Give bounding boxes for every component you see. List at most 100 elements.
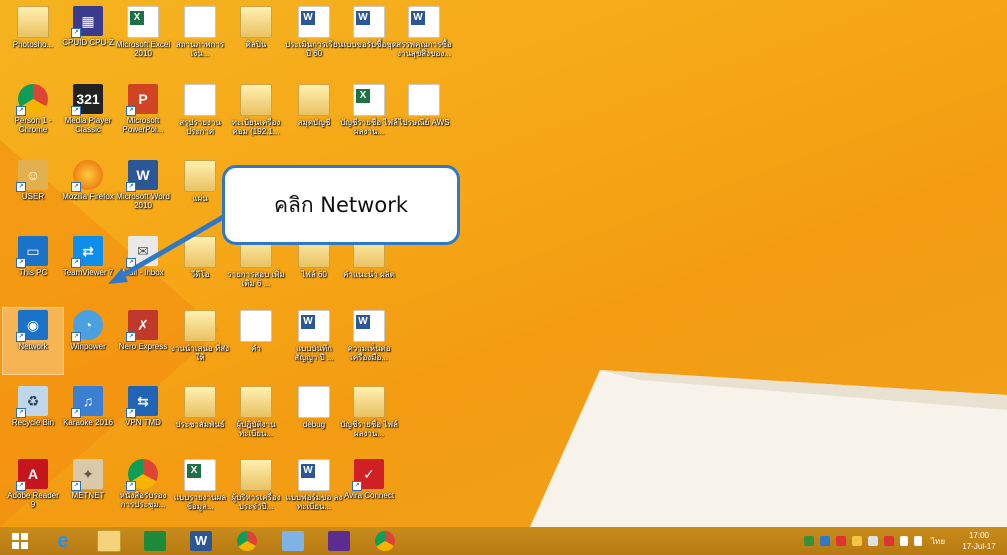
tray-app-icon[interactable]	[820, 536, 831, 546]
control-panel-icon	[282, 531, 304, 551]
desktop-icon-label: debug	[302, 420, 326, 429]
mail-icon: ✉ ↗	[126, 236, 158, 268]
network-tray-icon[interactable]	[868, 536, 879, 546]
system-tray: ไทย 17:00 17-Jul-17	[801, 527, 1007, 555]
desktop-icon-[interactable]: แผ่น	[170, 158, 230, 224]
shortcut-arrow-icon: ↗	[16, 106, 26, 116]
desktop-icon-192-1[interactable]: ทะเบียนเครื่อง คอม (192.1...	[226, 82, 286, 148]
desktop-icon-[interactable]: แบบขอรับซื้อชุด	[339, 4, 399, 70]
shortcut-arrow-icon: ↗	[71, 258, 81, 268]
desktop-icon-photosho[interactable]: Photosho...	[3, 4, 63, 70]
person-chrome-icon	[375, 531, 395, 551]
desktop-icon-mail-inbox[interactable]: ✉ ↗ Mail - Inbox	[113, 234, 173, 300]
callout-text: คลิก Network	[274, 192, 408, 217]
taskbar-word[interactable]: W	[182, 527, 220, 555]
word-icon	[408, 6, 440, 38]
desktop-icon-winpower[interactable]: ◔ ↗ Winpower	[58, 308, 118, 374]
desktop-icon-teamviewer-7[interactable]: ⇄ ↗ TeamViewer 7	[58, 234, 118, 300]
desktop-icon-[interactable]: บัญชีรายชื่อ ไฟล์ผลงาน...	[339, 384, 399, 450]
desktop-icon-label: Microsoft Word 2010	[116, 192, 170, 210]
desktop-icon-[interactable]: ประชาสัมพันธ์	[170, 384, 230, 450]
desktop-icon-person-1-chrome[interactable]: ↗ Person 1 - Chrome	[3, 82, 63, 148]
word-icon	[353, 310, 385, 342]
desktop-icon-label: CPUID CPU-Z	[62, 38, 114, 47]
desktop-icon-[interactable]: บัญชีรายชื่อ ไฟล์ผลงาน...	[339, 82, 399, 148]
desktop-icon-[interactable]: ↗ หนังสือรับรอง การประชุม...	[113, 457, 173, 523]
desktop-icon-[interactable]: สรรพคุณการซื้อ งานสุขสิ่งของ...	[394, 4, 454, 70]
desktop-icon-[interactable]: งานนำเสนอ ที่ส่งให้	[170, 308, 230, 374]
tray-app-icon[interactable]	[852, 536, 863, 546]
desktop-icon-60[interactable]: ประเมินการเรียน ปี 60	[284, 4, 344, 70]
desktop-icon-nero-express[interactable]: ✗ ↗ Nero Express	[113, 308, 173, 374]
desktop-icon-label: Microsoft PowerPoi...	[122, 116, 164, 134]
desktop-icon-[interactable]: แบบบันทึกสัญญา ปี ...	[284, 308, 344, 374]
doc-icon	[184, 84, 216, 116]
desktop-icon-label: บัญชีรายชื่อ ไฟล์ผลงาน...	[340, 420, 398, 438]
taskbar-chrome[interactable]	[228, 527, 266, 555]
desktop-icon-mozilla-firefox[interactable]: ↗ Mozilla Firefox	[58, 158, 118, 224]
desktop-icon-label: ทะเบียนเครื่อง คอม (192.1...	[231, 118, 281, 136]
start-button[interactable]	[0, 527, 40, 555]
desktop-icon-aws[interactable]: ไปรษณีย์ AWS	[394, 82, 454, 148]
desktop-icon-label: TeamViewer 7	[62, 268, 114, 277]
language-indicator[interactable]: ไทย	[931, 535, 945, 548]
taskbar-explorer[interactable]	[90, 527, 128, 555]
desktop-icon-label: Mail - Inbox	[122, 268, 164, 277]
desktop-icon-[interactable]: ความเห็นต่อ เครื่องมือ...	[339, 308, 399, 374]
word-icon	[298, 6, 330, 38]
word-icon	[353, 6, 385, 38]
taskbar-store[interactable]	[136, 527, 174, 555]
desktop-icon-microsoft-word-2010[interactable]: W ↗ Microsoft Word 2010	[113, 158, 173, 224]
teamviewer-icon: ⇄ ↗	[71, 236, 103, 268]
taskbar-ie[interactable]: e	[44, 527, 82, 555]
desktop-icon-karaoke-2016[interactable]: ♫ ↗ Karaoke 2016	[58, 384, 118, 450]
desktop-icon-metnet[interactable]: ✦ ↗ METNET	[58, 457, 118, 523]
desktop-icon-network[interactable]: ◉ ↗ Network	[2, 307, 64, 375]
desktop-icon-[interactable]: ผู้ปฏิบัติงาน ทะเบียน...	[226, 384, 286, 450]
desktop-icon-[interactable]: วีดีโอ	[170, 234, 230, 300]
desktop-icon-cpuid-cpu-z[interactable]: ▦ ↗ CPUID CPU-Z	[58, 4, 118, 70]
desktop-icon-label: แบบบันทึกสัญญา ปี ...	[294, 344, 334, 362]
shortcut-arrow-icon: ↗	[71, 332, 81, 342]
chrome-icon: ↗	[16, 84, 48, 116]
desktop-icon-vpn-tmd[interactable]: ⇆ ↗ VPN TMD	[113, 384, 173, 450]
desktop-icon-this-pc[interactable]: ▭ ↗ This PC	[3, 234, 63, 300]
taskbar-settings[interactable]	[320, 527, 358, 555]
network-icon: ◉ ↗	[16, 310, 48, 342]
folder-icon	[184, 236, 216, 268]
avira-icon: ✓ ↗	[352, 459, 384, 491]
desktop-icon-adobe-reader-9[interactable]: A ↗ Adobe Reader 9	[3, 457, 63, 523]
nero-icon: ✗ ↗	[126, 310, 158, 342]
desktop-icon-avira-connect[interactable]: ✓ ↗ Avira Connect	[339, 457, 399, 523]
file-explorer-icon	[97, 530, 121, 552]
avira-tray-icon[interactable]	[884, 536, 895, 546]
desktop-icon-[interactable]: สรุปรายงานประกาศ	[170, 82, 230, 148]
taskbar-person[interactable]	[366, 527, 404, 555]
desktop-icon-[interactable]: สถานภาพการเงิน...	[170, 4, 230, 70]
recycle-icon: ♻ ↗	[16, 386, 48, 418]
desktop-icon-media-player-classic[interactable]: 321 ↗ Media Player Classic	[58, 82, 118, 148]
shortcut-arrow-icon: ↗	[126, 481, 136, 491]
desktop-icon-label: งานนำเสนอ ที่ส่งให้	[171, 344, 230, 362]
desktop-icon-debug[interactable]: debug	[284, 384, 344, 450]
desktop-icon-label: ผู้บริหารเครื่อง ประจำปี...	[231, 493, 281, 511]
desktop-icon-microsoft-excel-2010[interactable]: Microsoft Excel 2010	[113, 4, 173, 70]
desktop-icon-[interactable]: แบบรายงานผล ข้อมูล...	[170, 457, 230, 523]
flag-icon[interactable]	[914, 536, 923, 546]
desktop-icon-user[interactable]: ☺ ↗ USER	[3, 158, 63, 224]
desktop-icon-[interactable]: คำ	[226, 308, 286, 374]
desktop-icon-[interactable]: ผู้บริหารเครื่อง ประจำปี...	[226, 457, 286, 523]
desktop-icon-microsoft-powerpoi[interactable]: P ↗ Microsoft PowerPoi...	[113, 82, 173, 148]
chrome-icon: ↗	[126, 459, 158, 491]
desktop-icon-[interactable]: แบบฟอร์มขอ ลงทะเบียน...	[284, 457, 344, 523]
desktop-icon-label: ประชาสัมพันธ์	[175, 420, 225, 429]
tray-app-icon[interactable]	[804, 536, 815, 546]
tray-app-icon[interactable]	[836, 536, 847, 546]
desktop-icon-label: คำ	[251, 344, 261, 353]
desktop-icon-[interactable]: ศิลปิน	[226, 4, 286, 70]
desktop-icon-recycle-bin[interactable]: ♻ ↗ Recycle Bin	[3, 384, 63, 450]
volume-icon[interactable]	[900, 536, 909, 546]
desktop-icon-[interactable]: สมุดบัญชี	[284, 82, 344, 148]
clock[interactable]: 17:00 17-Jul-17	[951, 530, 1007, 552]
taskbar-control-panel[interactable]	[274, 527, 312, 555]
